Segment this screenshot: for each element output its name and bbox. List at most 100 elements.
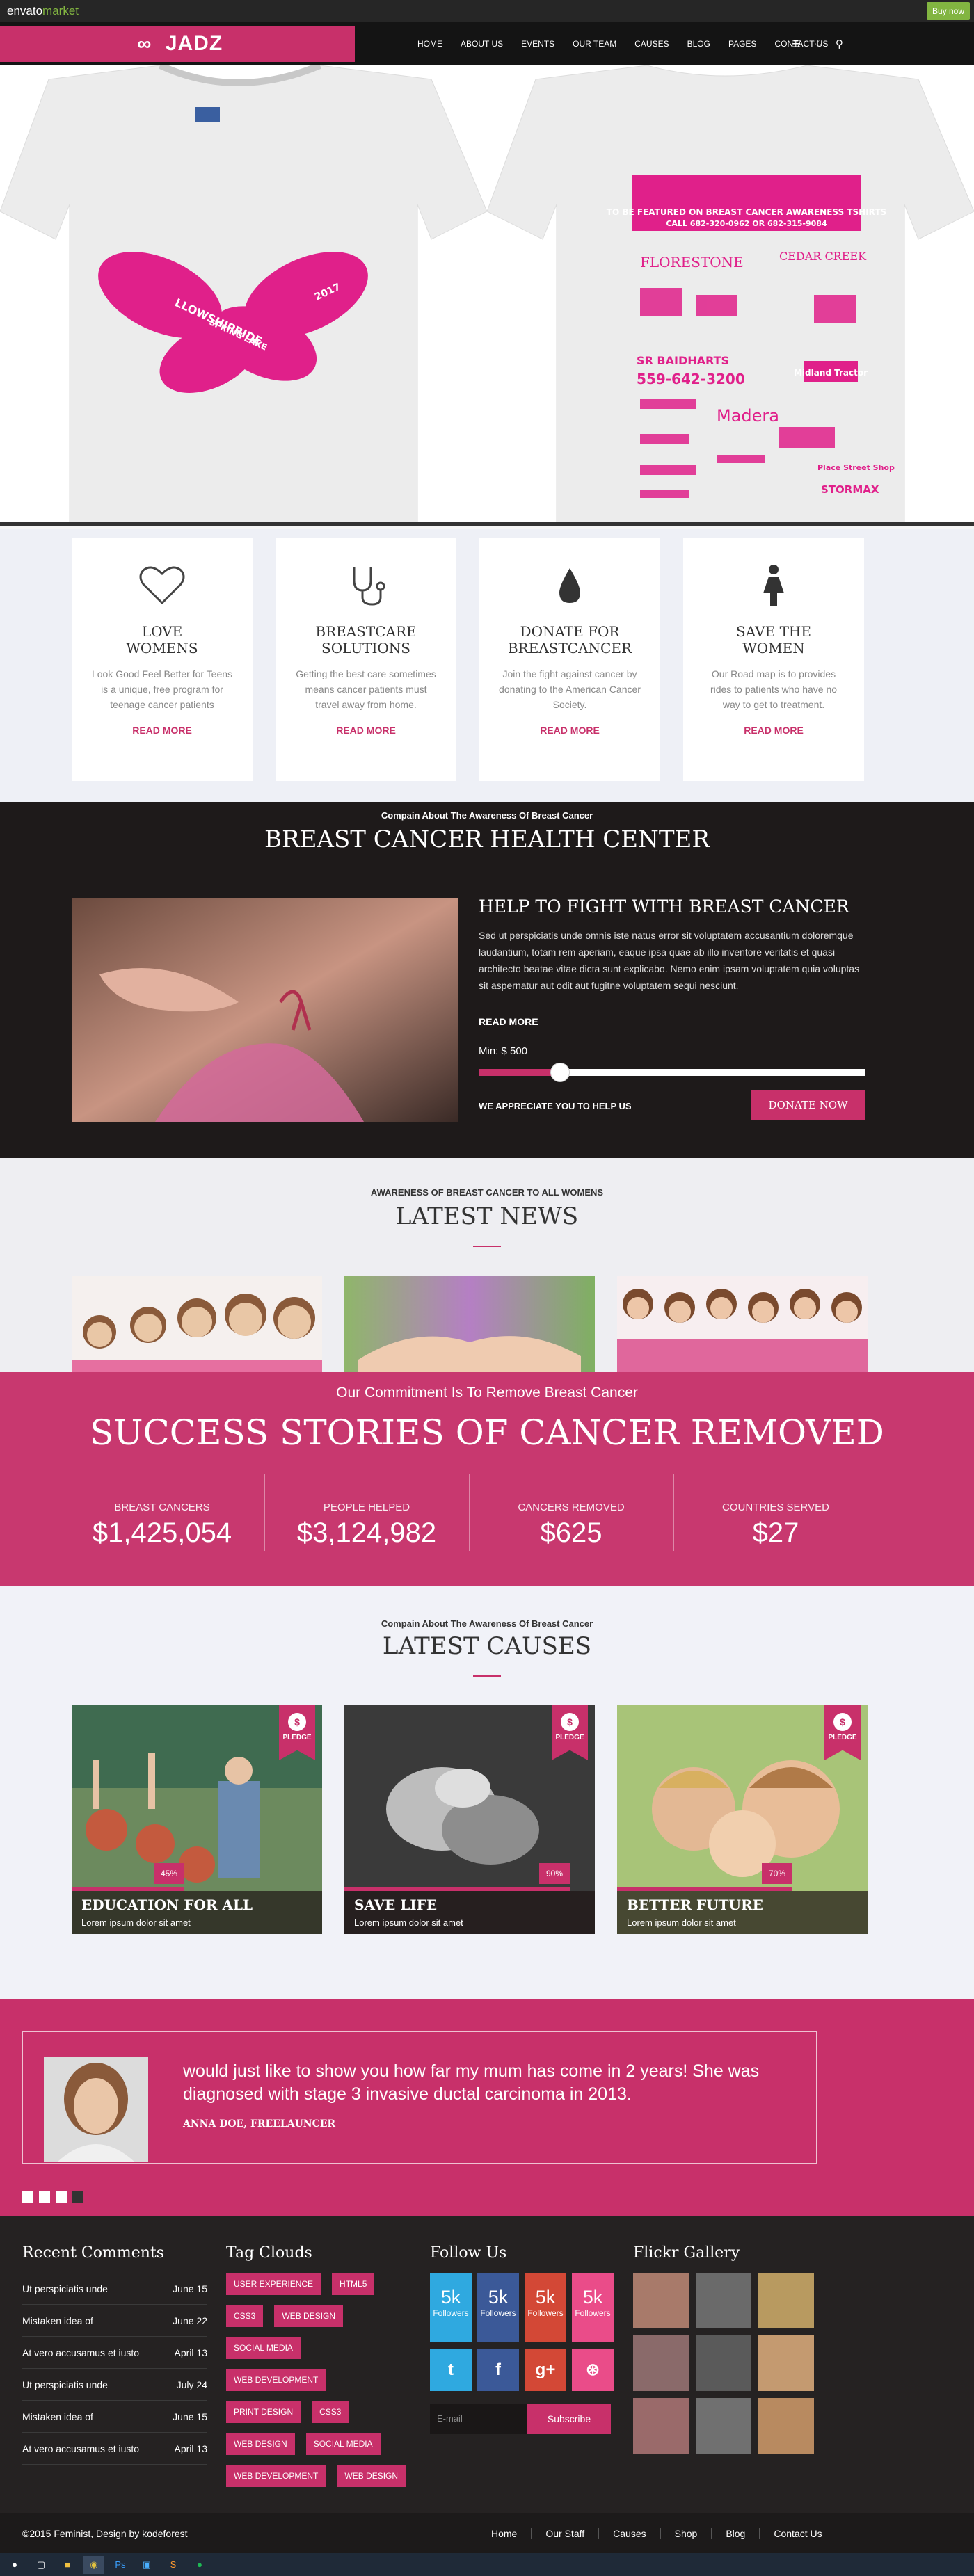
nav-our-team[interactable]: OUR TEAM bbox=[573, 39, 616, 49]
facebook-icon[interactable]: f bbox=[477, 2349, 519, 2391]
footer-link-shop[interactable]: Shop bbox=[660, 2528, 712, 2539]
envato-logo[interactable]: envatomarket bbox=[7, 4, 79, 18]
nav-events[interactable]: EVENTS bbox=[521, 39, 554, 49]
news-image[interactable] bbox=[617, 1276, 868, 1372]
twitter-followers[interactable]: 5k Followers bbox=[430, 2273, 472, 2342]
comment-row[interactable]: At vero accusamus et iusto April 13 bbox=[22, 2337, 207, 2369]
dribbble-followers[interactable]: 5k Followers bbox=[572, 2273, 614, 2342]
flickr-thumb[interactable] bbox=[758, 2335, 814, 2391]
facebook-followers[interactable]: 5k Followers bbox=[477, 2273, 519, 2342]
heart-icon[interactable]: ♡ bbox=[813, 38, 822, 50]
nav-pages[interactable]: PAGES bbox=[728, 39, 756, 49]
sublime-icon[interactable]: S bbox=[163, 2556, 184, 2574]
googleplus-followers[interactable]: 5k Followers bbox=[525, 2273, 566, 2342]
news-image[interactable] bbox=[72, 1276, 322, 1372]
email-field[interactable]: E-mail bbox=[430, 2404, 527, 2434]
tag[interactable]: WEB DESIGN bbox=[274, 2305, 344, 2327]
cause-caption: BETTER FUTURE Lorem ipsum dolor sit amet bbox=[617, 1891, 868, 1934]
stat-people-helped: PEOPLE HELPED $3,124,982 bbox=[296, 1502, 437, 1548]
flickr-thumb[interactable] bbox=[633, 2335, 689, 2391]
footer-link-causes[interactable]: Causes bbox=[598, 2528, 660, 2539]
read-more-link[interactable]: READ MORE bbox=[72, 725, 253, 736]
flickr-thumb[interactable] bbox=[696, 2335, 751, 2391]
donation-slider[interactable] bbox=[479, 1063, 865, 1082]
microphone-icon[interactable]: ● bbox=[4, 2556, 25, 2574]
search-icon[interactable]: ⚲ bbox=[836, 38, 843, 50]
news-image[interactable] bbox=[344, 1276, 595, 1372]
comment-row[interactable]: Mistaken idea of June 15 bbox=[22, 2401, 207, 2433]
menu-icon[interactable]: ☰ bbox=[792, 38, 801, 50]
tag[interactable]: CSS3 bbox=[312, 2401, 349, 2423]
file-explorer-icon[interactable]: ■ bbox=[57, 2556, 78, 2574]
tag[interactable]: HTML5 bbox=[332, 2273, 375, 2295]
feature-card: DONATE FOR BREASTCANCER Join the fight ag… bbox=[479, 538, 660, 781]
slider-handle[interactable] bbox=[550, 1063, 570, 1082]
flickr-thumb[interactable] bbox=[758, 2398, 814, 2454]
cause-caption: EDUCATION FOR ALL Lorem ipsum dolor sit a… bbox=[72, 1891, 322, 1934]
read-more-link[interactable]: READ MORE bbox=[276, 725, 456, 736]
comment-row[interactable]: Mistaken idea of June 22 bbox=[22, 2305, 207, 2337]
section-divider bbox=[473, 1246, 501, 1247]
twitter-icon[interactable]: t bbox=[430, 2349, 472, 2391]
cause-card[interactable]: $ PLEDGE 45% EDUCATION FOR ALL Lorem ipsum… bbox=[72, 1705, 322, 1934]
site-logo[interactable]: ∞ JADZ bbox=[0, 26, 355, 62]
tag[interactable]: SOCIAL MEDIA bbox=[226, 2337, 301, 2359]
nav-about-us[interactable]: ABOUT US bbox=[461, 39, 503, 49]
comment-row[interactable]: At vero accusamus et iusto April 13 bbox=[22, 2433, 207, 2465]
subscribe-button[interactable]: Subscribe bbox=[527, 2404, 611, 2434]
cause-card[interactable]: $ PLEDGE 70% BETTER FUTURE Lorem ipsum dol… bbox=[617, 1705, 868, 1934]
googleplus-icon[interactable]: g+ bbox=[525, 2349, 566, 2391]
feature-title: SAVE THE WOMEN bbox=[736, 623, 811, 657]
flickr-thumb[interactable] bbox=[633, 2273, 689, 2328]
tag[interactable]: WEB DEVELOPMENT bbox=[226, 2369, 326, 2391]
carousel-dot[interactable] bbox=[56, 2191, 67, 2203]
comment-row[interactable]: Ut perspiciatis unde July 24 bbox=[22, 2369, 207, 2401]
nav-causes[interactable]: CAUSES bbox=[634, 39, 669, 49]
donation-minimum: Min: $ 500 bbox=[479, 1045, 528, 1057]
tag[interactable]: USER EXPERIENCE bbox=[226, 2273, 321, 2295]
slider-fill bbox=[479, 1069, 560, 1076]
tag[interactable]: WEB DESIGN bbox=[337, 2465, 406, 2487]
donate-now-button[interactable]: DONATE NOW bbox=[751, 1090, 865, 1120]
flickr-thumb[interactable] bbox=[758, 2273, 814, 2328]
sponsor-florestone: FLORESTONE bbox=[640, 254, 744, 271]
chrome-icon[interactable]: ◉ bbox=[83, 2555, 104, 2574]
read-more-link[interactable]: READ MORE bbox=[683, 725, 864, 736]
tag[interactable]: WEB DEVELOPMENT bbox=[226, 2465, 326, 2487]
buy-now-button[interactable]: Buy now bbox=[927, 2, 970, 20]
follow-us-widget: Follow Us 5k Followers 5k Followers 5k Foll… bbox=[430, 2244, 614, 2434]
tag[interactable]: SOCIAL MEDIA bbox=[305, 2433, 381, 2455]
flickr-thumb[interactable] bbox=[633, 2398, 689, 2454]
read-more-link[interactable]: READ MORE bbox=[479, 725, 660, 736]
front-tshirt: LLOWSHIPRIDE SPRING LAKE 2017 bbox=[0, 65, 487, 522]
carousel-dot[interactable] bbox=[22, 2191, 33, 2203]
cause-card[interactable]: $ PLEDGE 90% SAVE LIFE Lorem ipsum dolor s… bbox=[344, 1705, 595, 1934]
footer-link-home[interactable]: Home bbox=[477, 2528, 531, 2539]
flickr-thumb[interactable] bbox=[696, 2398, 751, 2454]
dribbble-icon[interactable]: ⊛ bbox=[572, 2349, 614, 2391]
sponsor-place-street: Place Street Shop bbox=[817, 463, 895, 472]
footer-link-blog[interactable]: Blog bbox=[711, 2528, 759, 2539]
spotify-icon[interactable]: ● bbox=[189, 2556, 210, 2574]
task-view-icon[interactable]: ▢ bbox=[31, 2556, 51, 2574]
nav-blog[interactable]: BLOG bbox=[687, 39, 710, 49]
tag[interactable]: PRINT DESIGN bbox=[226, 2401, 301, 2423]
tag[interactable]: WEB DESIGN bbox=[226, 2433, 295, 2455]
flickr-thumb[interactable] bbox=[696, 2273, 751, 2328]
cause-title: EDUCATION FOR ALL bbox=[81, 1897, 253, 1913]
nav-home[interactable]: HOME bbox=[417, 39, 442, 49]
footer-link-our-staff[interactable]: Our Staff bbox=[531, 2528, 598, 2539]
widget-title: Flickr Gallery bbox=[633, 2244, 740, 2262]
carousel-dot[interactable] bbox=[39, 2191, 50, 2203]
sponsor-midland: Midland Tractor bbox=[794, 368, 868, 378]
carousel-dot-active[interactable] bbox=[72, 2191, 83, 2203]
footer-link-contact-us[interactable]: Contact Us bbox=[759, 2528, 836, 2539]
dollar-icon: $ bbox=[288, 1713, 306, 1731]
tag[interactable]: CSS3 bbox=[226, 2305, 264, 2327]
monitor-app-icon[interactable]: ▣ bbox=[136, 2556, 157, 2574]
comment-row[interactable]: Ut perspiciatis unde June 15 bbox=[22, 2273, 207, 2305]
read-more-link[interactable]: READ MORE bbox=[479, 1016, 538, 1027]
photoshop-icon[interactable]: Ps bbox=[110, 2556, 131, 2574]
testimonial-avatar bbox=[44, 2057, 148, 2162]
success-stories-section: Our Commitment Is To Remove Breast Cance… bbox=[0, 1372, 974, 1586]
